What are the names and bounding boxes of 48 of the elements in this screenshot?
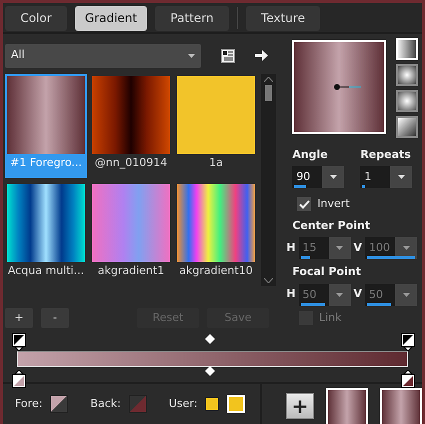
background-swatch[interactable] xyxy=(128,395,147,413)
gradient-preview[interactable] xyxy=(292,40,386,134)
color-stop-icon[interactable] xyxy=(12,370,26,388)
scroll-thumb[interactable] xyxy=(265,84,272,101)
midpoint-icon[interactable] xyxy=(205,366,215,376)
axis-label: V xyxy=(354,286,362,302)
axis-label: V xyxy=(354,240,362,256)
midpoint-icon[interactable] xyxy=(205,334,215,344)
rectangular-style-icon[interactable] xyxy=(396,64,418,86)
tab[interactable]: Pattern xyxy=(155,6,229,31)
fore-label: Fore: xyxy=(15,396,42,412)
transparency-stop-icon[interactable] xyxy=(12,333,26,352)
axis-label: H xyxy=(286,240,296,256)
arrow-icon[interactable] xyxy=(255,50,268,62)
user-swatch[interactable] xyxy=(205,397,220,411)
tab[interactable]: Gradient xyxy=(75,6,147,31)
add-swatch-button[interactable]: + xyxy=(286,393,314,419)
repeats-label: Repeats xyxy=(360,146,412,163)
caret-icon xyxy=(188,54,195,58)
category-value: All xyxy=(11,47,25,64)
gradient-bar[interactable] xyxy=(17,351,408,368)
sunburst-style-icon[interactable] xyxy=(396,116,418,138)
scroll-down-icon[interactable] xyxy=(264,278,273,283)
number-field[interactable]: 90 xyxy=(292,166,344,188)
add-button[interactable]: + xyxy=(5,308,33,328)
back-label: Back: xyxy=(90,396,121,412)
user-label: User: xyxy=(168,396,198,412)
recent-gradient-swatch[interactable] xyxy=(326,388,368,424)
list-view-icon[interactable] xyxy=(221,48,235,63)
color-stop-icon[interactable] xyxy=(401,370,415,388)
foreground-swatch[interactable] xyxy=(50,395,68,413)
scroll-up-icon[interactable] xyxy=(264,76,273,82)
scrollbar[interactable] xyxy=(261,74,276,286)
linear-style-icon[interactable] xyxy=(396,38,418,60)
category-dropdown[interactable]: All xyxy=(5,44,201,68)
angle-label: Angle xyxy=(292,146,329,163)
number-field[interactable]: 1 xyxy=(360,166,412,188)
invert-checkbox[interactable] xyxy=(297,197,312,212)
recent-gradient-swatch[interactable] xyxy=(380,388,422,424)
radial-style-icon[interactable] xyxy=(396,90,418,112)
invert-label: Invert xyxy=(317,196,350,212)
tab[interactable]: Color xyxy=(5,6,67,31)
tab[interactable]: Texture xyxy=(246,6,320,31)
angle-handle-icon[interactable] xyxy=(333,82,364,91)
transparency-stop-icon[interactable] xyxy=(401,333,415,352)
remove-button[interactable]: - xyxy=(41,308,69,328)
axis-label: H xyxy=(286,286,296,302)
link-label: Link xyxy=(319,310,342,326)
